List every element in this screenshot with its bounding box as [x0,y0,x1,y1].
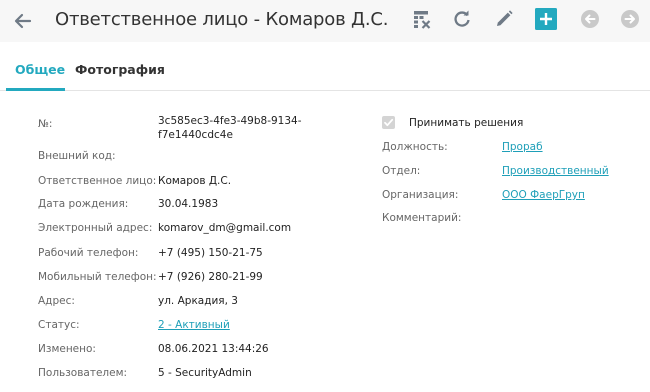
email-value: komarov_dm@gmail.com [158,222,292,234]
user-value: 5 - SecurityAdmin [158,367,252,379]
tab-general[interactable]: Общее [15,62,65,77]
email-label: Электронный адрес: [38,222,153,234]
next-record-button[interactable] [619,8,641,30]
address-label: Адрес: [38,295,75,307]
position-link[interactable]: Прораб [502,141,543,153]
table-clear-icon [414,11,431,29]
department-label: Отдел: [382,165,421,177]
circle-arrow-right-icon [621,10,639,28]
status-label: Статус: [38,319,80,331]
comment-label: Комментарий: [382,212,462,224]
changed-label: Изменено: [38,343,96,355]
tab-photo[interactable]: Фотография [75,62,165,77]
number-value-line1: 3c585ec3-4fe3-49b8-9134- [158,115,302,127]
decisions-label: Принимать решения [409,117,524,129]
circle-arrow-left-icon [581,10,599,28]
check-icon [384,118,394,127]
user-label: Пользователем: [38,367,128,379]
refresh-button[interactable] [451,8,473,30]
external-code-label: Внешний код: [38,150,116,162]
pencil-icon [497,10,513,26]
status-link[interactable]: 2 - Активный [158,319,230,331]
edit-button[interactable] [493,8,515,30]
work-phone-value: +7 (495) 150-21-75 [158,247,263,259]
page-title: Ответственное лицо - Комаров Д.С. [55,9,389,30]
title-bar: Ответственное лицо - Комаров Д.С. [0,0,650,42]
back-button[interactable] [10,8,36,34]
birth-date-label: Дата рождения: [38,198,129,210]
tab-bar: Общее Фотография [0,42,650,91]
decisions-checkbox[interactable] [382,116,395,129]
number-label: №: [38,118,53,130]
position-label: Должность: [382,141,448,153]
clear-filter-button[interactable] [411,8,433,30]
birth-date-value: 30.04.1983 [158,198,219,210]
responsible-label: Ответственное лицо: [38,175,157,187]
mobile-phone-value: +7 (926) 280-21-99 [158,271,263,283]
address-value: ул. Аркадия, 3 [158,295,238,307]
number-value-line2: f7e1440cdc4e [158,129,233,141]
arrow-left-icon [14,13,32,29]
organization-link[interactable]: ООО ФаерГруп [502,189,585,201]
organization-label: Организация: [382,189,459,201]
add-button[interactable] [535,8,557,30]
responsible-value: Комаров Д.С. [158,175,232,187]
mobile-phone-label: Мобильный телефон: [38,271,157,283]
plus-icon [535,8,557,30]
previous-record-button[interactable] [579,8,601,30]
refresh-icon [454,10,470,27]
work-phone-label: Рабочий телефон: [38,247,139,259]
active-tab-indicator [6,88,65,91]
changed-value: 08.06.2021 13:44:26 [158,343,269,355]
department-link[interactable]: Производственный [502,165,609,177]
